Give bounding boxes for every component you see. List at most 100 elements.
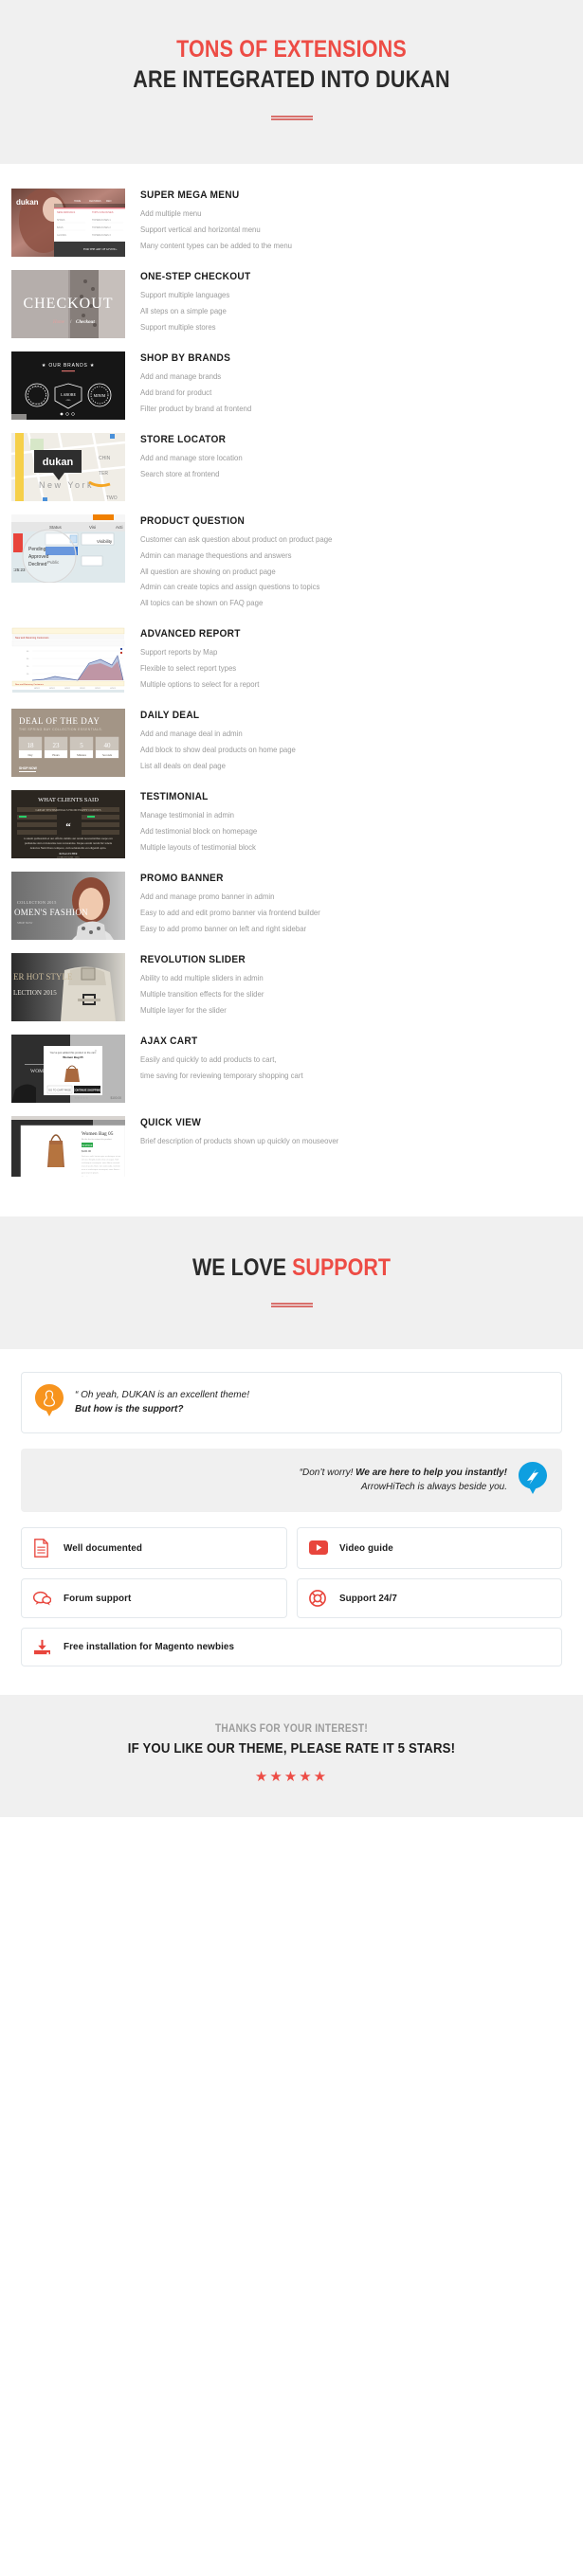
svg-text:08/2012: 08/2012: [34, 688, 40, 690]
promo-banner-fashion: COLLECTION 2015 OMEN'S FASHION SHOP NOW: [11, 871, 125, 940]
admin-grid-magnifier: Status Visi Acti Public Visibility Pending…: [11, 514, 125, 583]
chat-bubbles-icon: [33, 1591, 52, 1606]
tile-free-installation[interactable]: Free installation for Magento newbies: [21, 1627, 562, 1666]
feature-title: SUPER MEGA MENU: [140, 189, 240, 201]
feature-title: PROMO BANNER: [140, 872, 224, 884]
svg-text:Women Bag 05: Women Bag 05: [63, 1055, 83, 1059]
feature-item: CHECKOUT Home / Checkout ONE-STEP CHECKO…: [0, 270, 583, 338]
svg-text:SHOES: SHOES: [57, 219, 65, 222]
lifebuoy-icon: [308, 1590, 328, 1607]
hero-title-line2: ARE INTEGRATED INTO DUKAN: [133, 66, 450, 93]
svg-text:COLLECTION 2015: COLLECTION 2015: [17, 900, 57, 905]
feature-line: Easy to add and edit promo banner via fr…: [140, 908, 320, 917]
svg-text:11/2012: 11/2012: [80, 688, 85, 690]
svg-text:★★★★★: ★★★★★: [74, 1096, 88, 1100]
feature-line: Ability to add multiple sliders in admin: [140, 973, 264, 982]
mega-menu-screenshot: dukan NEW ARRIVALS TOPS & BLOUSES SHOES B…: [11, 189, 125, 257]
feature-title: TESTIMONIAL: [140, 790, 209, 802]
tile-label: Support 24/7: [338, 1592, 397, 1604]
tile-forum-support[interactable]: Forum support: [21, 1577, 287, 1618]
support-reply-text: “Don’t worry! We are here to help you in…: [300, 1466, 507, 1495]
feature-title: STORE LOCATOR: [140, 434, 227, 445]
feature-line: Customer can ask question about product …: [140, 535, 333, 544]
feature-line: Support vertical and horizontal menu: [140, 225, 261, 234]
svg-text:Women Bag 05: Women Bag 05: [82, 1131, 114, 1137]
feature-line: List all deals on deal page: [140, 761, 226, 770]
svg-text:Seconds: Seconds: [102, 753, 113, 757]
svg-text:18: 18: [27, 742, 35, 749]
feature-line: Add block to show deal products on home …: [140, 745, 296, 754]
svg-text:New and Returning Customers: New and Returning Customers: [15, 636, 49, 639]
feature-item: DEAL OF THE DAY THE SPRING BAY COLLECTIO…: [0, 708, 583, 777]
feature-line: Easily and quickly to add products to ca…: [140, 1054, 277, 1064]
svg-text:“: “: [65, 821, 71, 833]
feature-line: Many content types can be added to the m…: [140, 241, 293, 250]
svg-text:Checkout: Checkout: [76, 320, 95, 325]
svg-text:Acti: Acti: [116, 525, 123, 530]
svg-text:CHIN: CHIN: [99, 456, 111, 461]
svg-text:$100.00: $100.00: [82, 1149, 92, 1153]
ajax-cart-popup: WOM Women Bag 02 ★★★★★ $100.00 × You've …: [11, 1034, 125, 1103]
star-rating[interactable]: ★★★★★: [0, 1768, 583, 1785]
feature-line: time saving for reviewing temporary shop…: [140, 1071, 303, 1080]
svg-text:MINIM: MINIM: [94, 393, 106, 398]
svg-text:TOP&BLOUSES 1: TOP&BLOUSES 1: [92, 219, 111, 222]
tile-video-guide[interactable]: Video guide: [296, 1526, 562, 1569]
customer-question-text: “ Oh yeah, DUKAN is an excellent theme! …: [75, 1388, 249, 1417]
svg-text:SHOP NOW: SHOP NOW: [17, 921, 32, 925]
what-clients-said: WHAT CLIENTS SAID GREAT TESTIMONIALS FRO…: [11, 789, 125, 858]
feature-line: Multiple transition effects for the slid…: [140, 989, 264, 999]
feature-item: ER HOT STYLE LECTION 2015 REVOLUTION SLI…: [0, 952, 583, 1021]
question-line-1: “ Oh yeah, DUKAN is an excellent theme!: [75, 1389, 249, 1400]
feature-title: QUICK VIEW: [140, 1116, 202, 1128]
svg-text:Visi: Visi: [89, 525, 96, 530]
svg-text:Quantity: Quantity: [82, 1176, 90, 1177]
tile-support-247[interactable]: Support 24/7: [296, 1577, 562, 1618]
svg-text:WHAT CLIENTS SAID: WHAT CLIENTS SAID: [38, 797, 99, 803]
svg-text:★ OUR BRANDS ★: ★ OUR BRANDS ★: [42, 363, 95, 369]
svg-text:scelerisque consequat, enim li: scelerisque consequat, enim libero convi…: [82, 1162, 120, 1164]
svg-text:DEAL OF THE DAY: DEAL OF THE DAY: [19, 716, 100, 726]
svg-text:n autem quibusdam et aut offic: n autem quibusdam et aut officiis debiti…: [24, 837, 113, 840]
svg-text:Day: Day: [28, 753, 33, 757]
feature-line: Add and manage deal in admin: [140, 729, 243, 738]
feature-line: All question are showing on product page: [140, 567, 276, 576]
tile-label: Forum support: [64, 1592, 132, 1604]
footer-banner: THANKS FOR YOUR INTEREST! IF YOU LIKE OU…: [0, 1694, 583, 1817]
svg-text:pudiandae sint et molestiae no: pudiandae sint et molestiae non recusand…: [25, 841, 113, 845]
svg-text:HOME: HOME: [74, 200, 82, 203]
tile-label: Well documented: [64, 1541, 142, 1554]
feature-item: ★ OUR BRANDS ★ LABORE -1985- MINIM TEMPO…: [0, 351, 583, 420]
question-line-2: But how is the support?: [75, 1404, 184, 1415]
feature-line: Add multiple menu: [140, 209, 202, 218]
feature-line: Admin can create topics and assign quest…: [140, 583, 320, 592]
feature-line: Multiple layouts of testimonial block: [140, 842, 256, 852]
feature-line: Admin can manage thequestions and answer…: [140, 550, 292, 560]
feature-line: Support reports by Map: [140, 647, 218, 657]
tile-well-documented[interactable]: Well documented: [21, 1526, 287, 1569]
feature-line: Add and manage promo banner in admin: [140, 892, 275, 901]
feature-item: COLLECTION 2015 OMEN'S FASHION SHOP NOW …: [0, 871, 583, 940]
svg-text:erat ut iaculis. Nunc non iust: erat ut iaculis. Nunc non iustis odio, s…: [82, 1164, 120, 1167]
svg-text:arcu at scelerisque consequat,: arcu at scelerisque consequat, enim libe…: [82, 1168, 120, 1171]
svg-text:New and Returning Customers: New and Returning Customers: [15, 683, 45, 686]
svg-text:OMEN'S FASHION: OMEN'S FASHION: [14, 908, 88, 917]
our-brands-dark: ★ OUR BRANDS ★ LABORE -1985- MINIM TEMPO…: [11, 351, 125, 420]
checkout-banner: CHECKOUT Home / Checkout: [11, 270, 125, 338]
svg-text:Sed arcu velit, lacinia quis s: Sed arcu velit, lacinia quis scelerisque…: [82, 1155, 121, 1158]
svg-text:Pending: Pending: [28, 547, 46, 552]
svg-text:INCIDIDUNT: INCIDIDUNT: [31, 404, 44, 405]
hero-banner: TONS OF EXTENSIONS ARE INTEGRATED INTO D…: [0, 0, 583, 164]
feature-title: SHOP BY BRANDS: [140, 352, 231, 364]
report-area-chart: New and Returning Customers 40 30 20 10 New…: [11, 626, 125, 695]
svg-text:10/2012: 10/2012: [64, 688, 70, 690]
feature-item: WHAT CLIENTS SAID GREAT TESTIMONIALS FRO…: [0, 789, 583, 858]
support-tiles: Well documented Video guide Forum suppor…: [21, 1526, 562, 1666]
svg-text:GLOVES: GLOVES: [57, 234, 66, 237]
svg-text:Be the first to review this pr: Be the first to review this product: [82, 1138, 112, 1141]
video-play-icon: [308, 1540, 328, 1556]
svg-text:TOP&BLOUSES 3: TOP&BLOUSES 3: [92, 234, 111, 237]
svg-text:Minutes: Minutes: [77, 753, 87, 757]
svg-text:MEN: MEN: [106, 200, 112, 203]
feature-line: Add brand for product: [140, 387, 212, 397]
